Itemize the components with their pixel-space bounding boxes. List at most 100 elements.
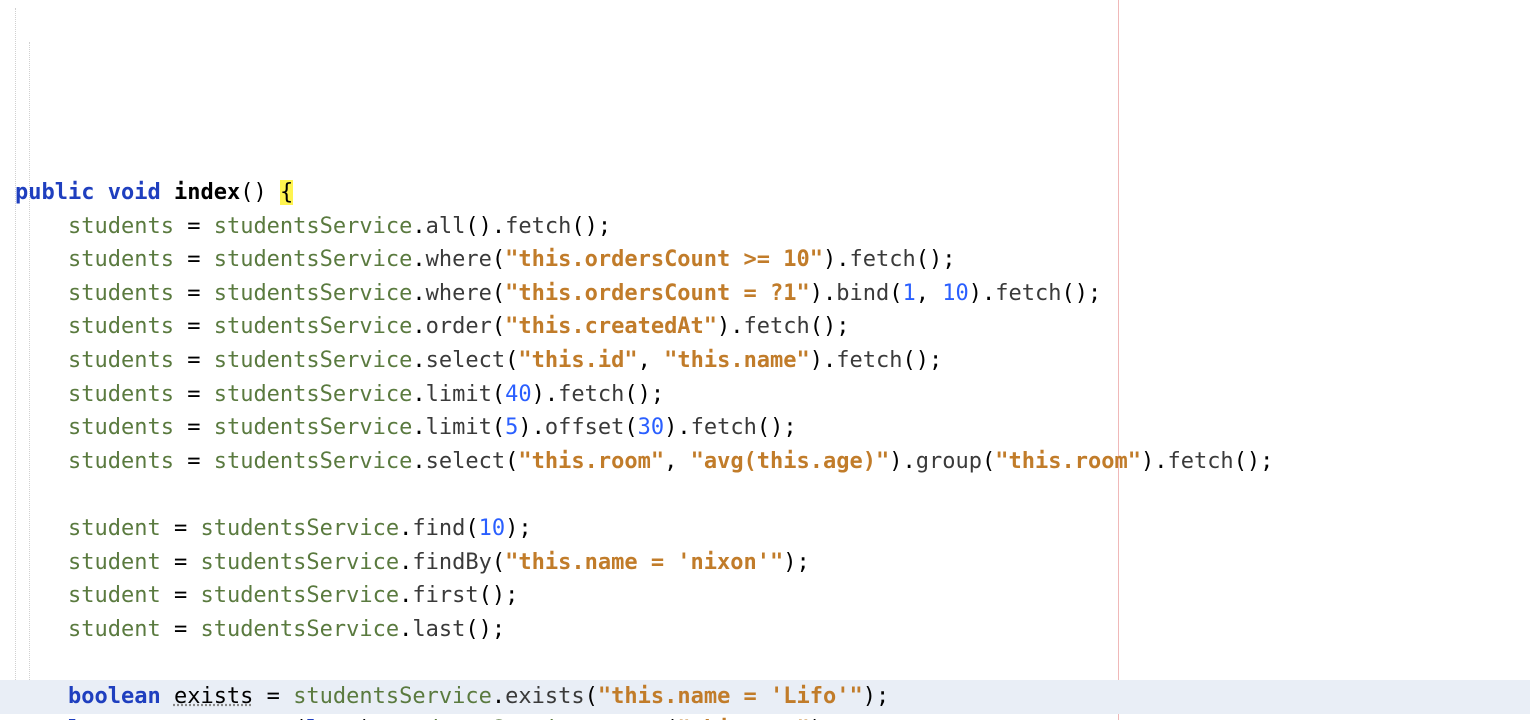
token-field: studentsService: [214, 214, 413, 239]
token-punc: ();: [624, 382, 664, 407]
token-meth: exists: [505, 684, 584, 709]
token-field: students: [68, 382, 174, 407]
token-kw: boolean: [68, 684, 161, 709]
token-meth: where: [426, 281, 492, 306]
token-num: 5: [505, 415, 518, 440]
code-line[interactable]: students = studentsService.select("this.…: [15, 445, 1530, 479]
token-punc: ).: [810, 281, 837, 306]
token-def: index: [174, 180, 240, 205]
token-punc: .: [399, 550, 412, 575]
code-line[interactable]: boolean exists = studentsService.exists(…: [15, 680, 1530, 714]
token-punc: ();: [571, 214, 611, 239]
token-num: 40: [505, 382, 532, 407]
token-punc: (: [492, 550, 505, 575]
token-punc: ();: [757, 415, 797, 440]
token-punc: .: [399, 617, 412, 642]
token-punc: =: [161, 550, 201, 575]
token-meth: select: [426, 449, 505, 474]
token-punc: =: [174, 382, 214, 407]
token-str: "this.room": [995, 449, 1141, 474]
token-punc: ,: [664, 449, 691, 474]
token-punc: );: [505, 516, 532, 541]
token-str: "this.name = 'Lifo'": [598, 684, 863, 709]
token-punc: ();: [916, 247, 956, 272]
code-line[interactable]: students = studentsService.all().fetch()…: [15, 210, 1530, 244]
token-punc: ,: [638, 348, 665, 373]
token-str: "this.ordersCount >= 10": [505, 247, 823, 272]
token-punc: .: [412, 247, 425, 272]
code-line[interactable]: students = studentsService.limit(40).fet…: [15, 378, 1530, 412]
token-punc: (: [624, 415, 637, 440]
token-meth: all: [426, 214, 466, 239]
code-line[interactable]: [15, 646, 1530, 680]
token-punc: ).: [823, 247, 850, 272]
code-line[interactable]: students = studentsService.limit(5).offs…: [15, 411, 1530, 445]
token-punc: (: [585, 684, 598, 709]
code-line[interactable]: student = studentsService.find(10);: [15, 512, 1530, 546]
token-meth: fetch: [836, 348, 902, 373]
token-meth: order: [426, 314, 492, 339]
token-str: "this.ordersCount = ?1": [505, 281, 810, 306]
code-line[interactable]: students = studentsService.order("this.c…: [15, 310, 1530, 344]
token-sp: [94, 180, 107, 205]
token-punc: (: [465, 516, 478, 541]
token-punc: =: [174, 247, 214, 272]
token-str: "this.createdAt": [505, 314, 717, 339]
code-editor[interactable]: public void index() { students = student…: [0, 0, 1530, 720]
token-field: studentsService: [200, 583, 399, 608]
token-meth: fetch: [744, 314, 810, 339]
token-punc: ();: [1061, 281, 1101, 306]
token-punc: ).: [664, 415, 691, 440]
token-punc: ();: [903, 348, 943, 373]
token-field: studentsService: [200, 550, 399, 575]
token-meth: last: [412, 617, 465, 642]
token-field: student: [68, 617, 161, 642]
token-punc: (: [492, 382, 505, 407]
code-line[interactable]: public void index() {: [15, 176, 1530, 210]
code-line[interactable]: student = studentsService.first();: [15, 579, 1530, 613]
code-line[interactable]: students = studentsService.where("this.o…: [15, 243, 1530, 277]
token-meth: fetch: [1167, 449, 1233, 474]
token-field: studentsService: [293, 684, 492, 709]
code-line[interactable]: students = studentsService.where("this.o…: [15, 277, 1530, 311]
token-punc: ).: [1141, 449, 1168, 474]
token-field: students: [68, 281, 174, 306]
token-punc: .: [412, 449, 425, 474]
token-num: 10: [942, 281, 969, 306]
token-meth: offset: [545, 415, 624, 440]
token-meth: first: [412, 583, 478, 608]
code-line[interactable]: long count = (long) studentsService.coun…: [15, 713, 1530, 720]
token-punc: =: [174, 214, 214, 239]
code-line[interactable]: students = studentsService.select("this.…: [15, 344, 1530, 378]
token-punc: ();: [810, 314, 850, 339]
token-field: students: [68, 314, 174, 339]
token-punc: ().: [465, 214, 505, 239]
code-line[interactable]: [15, 478, 1530, 512]
token-field: studentsService: [200, 617, 399, 642]
token-punc: .: [412, 214, 425, 239]
token-punc: ).: [889, 449, 916, 474]
token-meth: fetch: [558, 382, 624, 407]
token-field: studentsService: [200, 516, 399, 541]
token-punc: ,: [916, 281, 943, 306]
token-meth: fetch: [691, 415, 757, 440]
token-punc: .: [412, 348, 425, 373]
token-str: "this.id": [518, 348, 637, 373]
code-content[interactable]: public void index() { students = student…: [15, 176, 1530, 720]
token-field: students: [68, 214, 174, 239]
token-meth: where: [426, 247, 492, 272]
code-line[interactable]: student = studentsService.findBy("this.n…: [15, 546, 1530, 580]
token-meth: select: [426, 348, 505, 373]
token-punc: .: [492, 684, 505, 709]
token-punc: =: [174, 415, 214, 440]
token-punc: ();: [1234, 449, 1274, 474]
token-punc: );: [863, 684, 890, 709]
token-sp: [161, 684, 174, 709]
code-line[interactable]: student = studentsService.last();: [15, 613, 1530, 647]
token-punc: ();: [479, 583, 519, 608]
token-punc: (: [505, 449, 518, 474]
token-punc: ).: [532, 382, 559, 407]
token-punc: =: [161, 516, 201, 541]
token-punc: (: [505, 348, 518, 373]
token-field: students: [68, 348, 174, 373]
